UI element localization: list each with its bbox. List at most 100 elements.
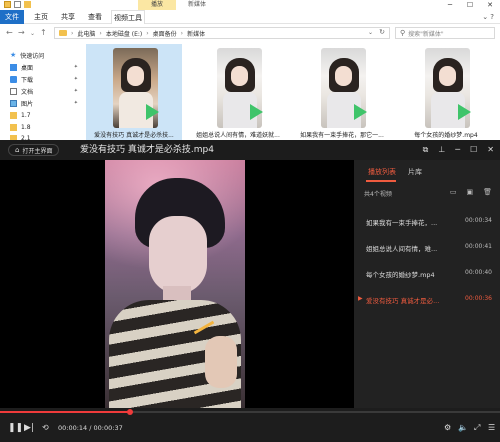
progress-handle[interactable] bbox=[127, 409, 133, 415]
breadcrumb[interactable]: 新媒体 bbox=[187, 29, 205, 38]
refresh-icon[interactable]: ↻ bbox=[379, 28, 385, 36]
delete-icon[interactable]: 🗑 bbox=[483, 188, 492, 196]
address-bar[interactable]: › 此电脑 › 本地磁盘 (E:) › 桌面备份 › 新媒体 ⌄ ↻ bbox=[54, 27, 390, 39]
tab-video-tools[interactable]: 视频工具 bbox=[111, 10, 145, 24]
add-file-icon[interactable]: ▣ bbox=[466, 188, 473, 196]
tab-file[interactable]: 文件 bbox=[0, 10, 24, 24]
video-title: 爱没有技巧 真诚才是必杀技.mp4 bbox=[80, 145, 214, 155]
file-tile[interactable]: 爱没有技巧 真诚才是必杀技... bbox=[86, 44, 182, 140]
tab-share[interactable]: 共享 bbox=[56, 10, 80, 24]
sidebar-item-quick-access[interactable]: ★ 快速访问 bbox=[10, 50, 84, 60]
pause-icon[interactable]: ❚❚ bbox=[8, 422, 23, 434]
player-window-controls: ⧉ ⊥ ─ ☐ ✕ bbox=[423, 144, 494, 156]
desktop-icon bbox=[10, 63, 17, 71]
playlist-item-now-playing[interactable]: ▶ 爱没有技巧 真诚才是必... 00:00:36 bbox=[354, 286, 500, 312]
folder-icon bbox=[10, 123, 17, 131]
pin-top-icon[interactable]: ⊥ bbox=[438, 144, 445, 156]
chevron-down-icon[interactable]: ⌄ bbox=[368, 29, 373, 36]
pin-icon[interactable]: ✦ bbox=[74, 64, 78, 70]
file-tile[interactable]: 姐姐总说人间有情，难道妖就... bbox=[190, 44, 286, 140]
search-placeholder: 搜索"新媒体" bbox=[408, 30, 444, 38]
quick-access-toolbar bbox=[4, 1, 31, 8]
fullscreen-icon[interactable]: ⤢ bbox=[474, 422, 480, 434]
file-name: 爱没有技巧 真诚才是必杀技... bbox=[94, 132, 174, 139]
sidebar-item-pictures[interactable]: 图片 ✦ bbox=[10, 98, 84, 108]
address-row: ← → ⌄ ↑ › 此电脑 › 本地磁盘 (E:) › 桌面备份 › 新媒体 ⌄… bbox=[0, 26, 500, 40]
pin-icon[interactable]: ✦ bbox=[74, 100, 78, 106]
playlist-item[interactable]: 姐姐总说人间有情，难... 00:00:41 bbox=[354, 234, 500, 260]
close-icon[interactable]: ✕ bbox=[480, 0, 500, 10]
recent-dropdown-icon[interactable]: ⌄ bbox=[30, 30, 35, 37]
search-icon: ⚲ bbox=[400, 29, 406, 37]
folder-icon bbox=[10, 111, 17, 119]
player-title-bar: ⌂ 打开主界面 爱没有技巧 真诚才是必杀技.mp4 ⧉ ⊥ ─ ☐ ✕ bbox=[0, 140, 500, 160]
breadcrumb[interactable]: 此电脑 bbox=[77, 29, 95, 38]
document-icon bbox=[10, 87, 17, 95]
playlist-toggle-icon[interactable]: ☰ bbox=[488, 422, 495, 434]
playlist-item[interactable]: 每个女孩的婚纱梦.mp4 00:00:40 bbox=[354, 260, 500, 286]
new-folder-icon[interactable] bbox=[24, 1, 31, 8]
folder-icon bbox=[59, 30, 67, 36]
file-explorer-window: 播放 新媒体 ─ ☐ ✕ 文件 主页 共享 查看 视频工具 ⌄ ? ← → ⌄ … bbox=[0, 0, 500, 142]
search-input[interactable]: ⚲ 搜索"新媒体" bbox=[395, 27, 495, 39]
time-display: 00:00:14 / 00:00:37 bbox=[58, 424, 123, 432]
maximize-icon[interactable]: ☐ bbox=[460, 0, 480, 10]
progress-fill bbox=[0, 411, 130, 413]
tab-home[interactable]: 主页 bbox=[29, 10, 53, 24]
minimize-icon[interactable]: ─ bbox=[455, 144, 460, 156]
playlist-item[interactable]: 如果我有一束手捧花，... 00:00:34 bbox=[354, 208, 500, 234]
tab-view[interactable]: 查看 bbox=[83, 10, 107, 24]
playlist-panel: 播放列表 片库 共4个视频 ▭ ▣ 🗑 如果我有一束手捧花，... 00:00:… bbox=[354, 160, 500, 408]
back-icon[interactable]: ← bbox=[6, 28, 13, 37]
pin-icon[interactable]: ✦ bbox=[74, 76, 78, 82]
open-main-interface-button[interactable]: ⌂ 打开主界面 bbox=[8, 144, 60, 156]
explorer-title-bar: 播放 新媒体 ─ ☐ ✕ bbox=[0, 0, 500, 10]
video-play-badge-icon bbox=[354, 104, 367, 120]
add-folder-icon[interactable]: ▭ bbox=[450, 188, 457, 196]
current-time: 00:00:14 bbox=[58, 424, 88, 432]
sidebar-item-downloads[interactable]: 下载 ✦ bbox=[10, 74, 84, 84]
sidebar-item-folder-1-7[interactable]: 1.7 bbox=[10, 110, 84, 120]
settings-icon[interactable]: ⚙ bbox=[444, 422, 451, 434]
total-time: 00:00:37 bbox=[93, 424, 123, 432]
replay-icon[interactable]: ⟲ bbox=[42, 422, 49, 434]
now-playing-icon: ▶ bbox=[358, 295, 363, 302]
file-name: 姐姐总说人间有情，难道妖就... bbox=[196, 132, 280, 139]
forward-icon[interactable]: → bbox=[18, 28, 25, 37]
star-icon: ★ bbox=[10, 50, 17, 59]
window-title: 新媒体 bbox=[188, 1, 207, 8]
tab-library[interactable]: 片库 bbox=[408, 167, 422, 177]
tab-playlist[interactable]: 播放列表 bbox=[368, 167, 396, 177]
navigation-pane: ★ 快速访问 桌面 ✦ 下载 ✦ 文档 ✦ 图片 ✦ 1.7 1.8 2.1 bbox=[0, 42, 86, 142]
help-icon[interactable]: ⌄ ? bbox=[482, 13, 494, 21]
breadcrumb[interactable]: 桌面备份 bbox=[153, 29, 177, 38]
file-name: 如果我有一束手捧花，那它一... bbox=[300, 132, 384, 139]
home-icon: ⌂ bbox=[15, 146, 20, 154]
next-icon[interactable]: ▶| bbox=[24, 422, 34, 434]
properties-icon[interactable] bbox=[14, 1, 21, 8]
playlist-tabs: 播放列表 片库 bbox=[354, 160, 500, 182]
volume-icon[interactable]: 🔈 bbox=[458, 422, 468, 434]
playlist-tools: ▭ ▣ 🗑 bbox=[450, 188, 492, 196]
screen-icon[interactable]: ⧉ bbox=[423, 144, 429, 156]
file-list: 爱没有技巧 真诚才是必杀技... 姐姐总说人间有情，难道妖就... 如果我有一束… bbox=[86, 42, 500, 140]
picture-icon bbox=[10, 99, 17, 107]
video-area[interactable] bbox=[0, 160, 354, 408]
file-name: 每个女孩的婚纱梦.mp4 bbox=[414, 132, 478, 139]
file-tile[interactable]: 每个女孩的婚纱梦.mp4 bbox=[398, 44, 494, 140]
minimize-icon[interactable]: ─ bbox=[440, 0, 460, 10]
sidebar-item-desktop[interactable]: 桌面 ✦ bbox=[10, 62, 84, 72]
pin-icon[interactable]: ✦ bbox=[74, 88, 78, 94]
close-icon[interactable]: ✕ bbox=[487, 144, 494, 156]
up-icon[interactable]: ↑ bbox=[40, 28, 47, 37]
video-play-badge-icon bbox=[458, 104, 471, 120]
playlist-count: 共4个视频 bbox=[364, 191, 392, 198]
progress-bar[interactable] bbox=[0, 409, 500, 415]
save-icon[interactable] bbox=[4, 1, 11, 8]
sidebar-item-folder-1-8[interactable]: 1.8 bbox=[10, 122, 84, 132]
breadcrumb[interactable]: 本地磁盘 (E:) bbox=[106, 29, 142, 38]
context-tab-play[interactable]: 播放 bbox=[138, 0, 176, 10]
maximize-icon[interactable]: ☐ bbox=[470, 144, 477, 156]
file-tile[interactable]: 如果我有一束手捧花，那它一... bbox=[294, 44, 390, 140]
sidebar-item-documents[interactable]: 文档 ✦ bbox=[10, 86, 84, 96]
